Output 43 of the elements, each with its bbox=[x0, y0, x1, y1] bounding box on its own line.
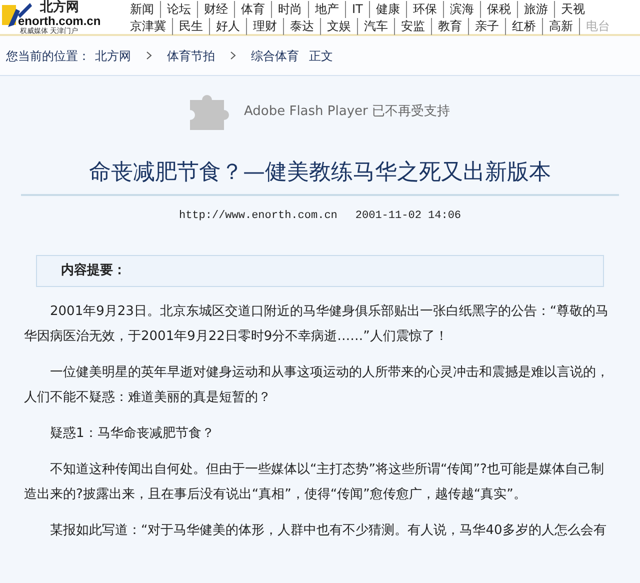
article-paragraph: 疑惑1：马华命丧减肥节食？ bbox=[49, 424, 216, 442]
article-paragraph: 一位健美明星的英年早逝对健身运动和从事这项运动的人所带来的心灵冲击和震撼是难以言说的，人们不能不疑惑：难道美丽的真是短暂的？ bbox=[24, 364, 610, 406]
breadcrumb-label: 您当前的位置： bbox=[6, 48, 90, 64]
article-paragraph: 某报如此写道：“对于马华健美的体形，人群中也有不少猜测。有人说，马华40多岁的人怎么会有 bbox=[49, 522, 608, 540]
nav-link[interactable]: 京津冀 bbox=[124, 18, 172, 35]
nav-link[interactable]: 时尚 bbox=[271, 1, 308, 18]
nav-link[interactable]: 民生 bbox=[172, 18, 209, 35]
article-date: 2001-11-02 14:06 bbox=[355, 209, 462, 224]
nav-link[interactable]: 财经 bbox=[197, 1, 234, 18]
nav-link[interactable]: 亲子 bbox=[468, 18, 505, 35]
nav-link[interactable]: 教育 bbox=[431, 18, 468, 35]
flash-notice: Adobe Flash Player 已不再受支持 bbox=[244, 103, 450, 122]
nav-link[interactable]: 旅游 bbox=[516, 1, 554, 18]
breadcrumb-link[interactable]: 正文 bbox=[309, 46, 333, 64]
article-paragraph: 不知道这种传闻出自何处。但由于一些媒体以“主打态势”将这些所谓“传闻”?也可能是媒体自己制造出来的?披露出来，且在事后没有说出“真相”，使得“传闻”愈传愈广，越传越“真实”。 bbox=[24, 460, 605, 504]
nav-link[interactable]: 新闻 bbox=[124, 1, 160, 18]
logo-domain: enorth.com.cn bbox=[18, 15, 101, 27]
nav-link[interactable]: 环保 bbox=[406, 1, 443, 18]
breadcrumb-link[interactable]: 综合体育 bbox=[251, 46, 299, 64]
nav-link[interactable]: 理财 bbox=[246, 18, 283, 35]
nav-link[interactable]: 体育 bbox=[234, 1, 271, 18]
puzzle-icon bbox=[190, 92, 230, 132]
nav-link[interactable]: IT bbox=[345, 1, 369, 18]
article-paragraph: 2001年9月23日。北京东城区交道口附近的马华健身俱乐部贴出一张白纸黑字的公告：“尊敬的马华因病医治无效，于2001年9月22日零时9分不幸病逝……”人们震惊了！ bbox=[24, 302, 610, 346]
nav-link[interactable]: 地产 bbox=[308, 1, 345, 18]
article-title: 命丧减肥节食？—健美教练马华之死又出新版本 bbox=[89, 159, 551, 187]
nav-link[interactable]: 泰达 bbox=[283, 18, 320, 35]
summary-label: 内容提要： bbox=[61, 262, 126, 280]
nav-link[interactable]: 健康 bbox=[368, 1, 406, 18]
breadcrumb-link[interactable]: 北方网 bbox=[95, 46, 131, 64]
nav-link[interactable]: 安监 bbox=[394, 18, 431, 35]
nav-link[interactable]: 高新 bbox=[542, 18, 579, 35]
nav-link[interactable]: 保税 bbox=[480, 1, 517, 18]
nav-link[interactable]: 好人 bbox=[209, 18, 246, 35]
nav-link[interactable]: 红桥 bbox=[505, 18, 542, 35]
nav-link[interactable]: 文娱 bbox=[320, 18, 357, 35]
nav-link[interactable]: 论坛 bbox=[160, 1, 197, 18]
article-url: http://www.enorth.com.cn bbox=[178, 209, 338, 224]
nav-link[interactable]: 汽车 bbox=[357, 18, 394, 35]
logo-name: 北方网 bbox=[38, 1, 80, 14]
nav-link[interactable]: 天视 bbox=[554, 1, 591, 18]
nav-link[interactable]: 滨海 bbox=[442, 1, 480, 18]
breadcrumb-link[interactable]: 体育节拍 bbox=[167, 46, 215, 64]
